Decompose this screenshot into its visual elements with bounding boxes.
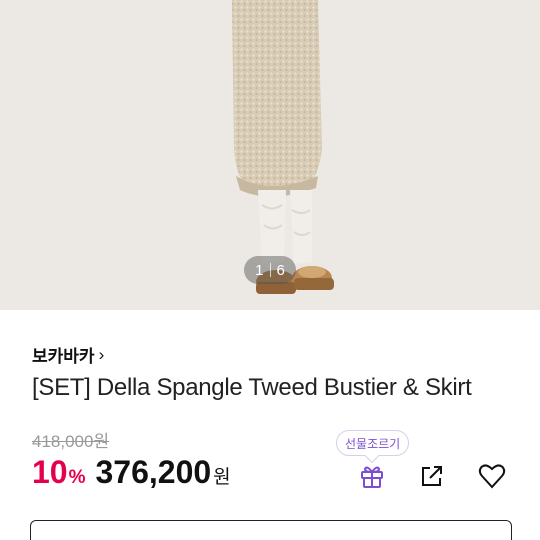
heart-icon xyxy=(478,464,506,489)
gallery-total-pages: 6 xyxy=(276,261,285,279)
gift-button[interactable] xyxy=(356,460,388,492)
chevron-right-icon: › xyxy=(98,344,105,364)
discount-unit: % xyxy=(68,467,86,488)
currency-unit: 원 xyxy=(213,467,231,488)
indicator-divider xyxy=(269,263,271,277)
original-price: 418,000원 xyxy=(32,432,110,451)
option-select-box[interactable] xyxy=(30,520,512,540)
brand-name: 보카바카 xyxy=(32,347,95,366)
price-row: 10 % 376,200 원 xyxy=(32,454,231,491)
gallery-page-indicator: 1 6 xyxy=(244,256,296,284)
product-image-gallery[interactable]: 1 6 xyxy=(0,0,540,310)
share-button[interactable] xyxy=(416,460,448,492)
brand-link[interactable]: 보카바카 › xyxy=(32,342,104,367)
sale-price: 376,200 xyxy=(95,454,212,490)
like-button[interactable] xyxy=(476,460,508,492)
gallery-current-page: 1 xyxy=(255,261,264,279)
gift-icon xyxy=(361,466,383,488)
share-icon xyxy=(422,466,442,486)
product-title: [SET] Della Spangle Tweed Bustier & Skir… xyxy=(32,374,472,401)
discount-rate: 10 xyxy=(32,454,68,490)
gift-tooltip: 선물조르기 xyxy=(336,430,410,464)
